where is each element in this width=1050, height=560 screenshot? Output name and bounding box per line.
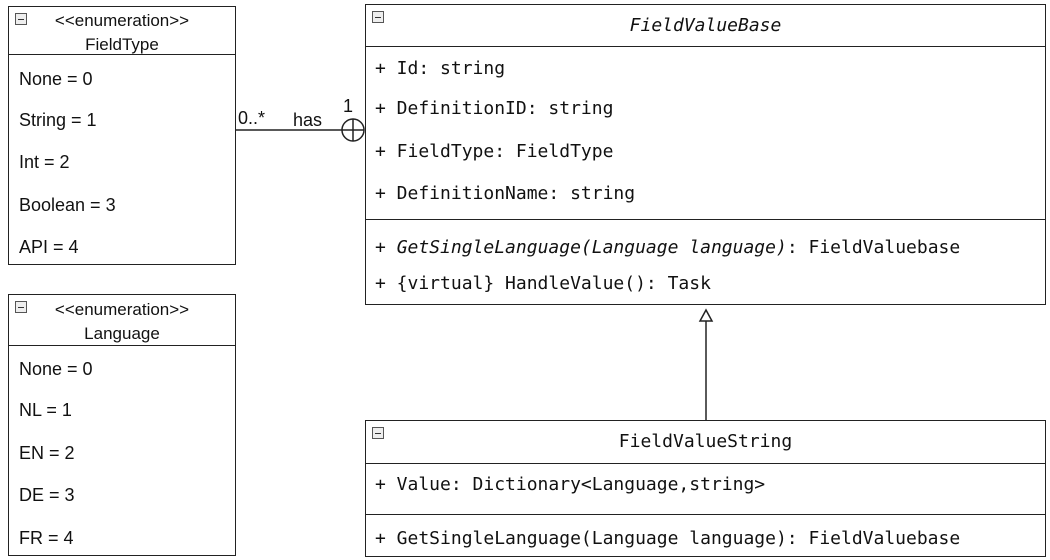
compartment-divider: [366, 514, 1045, 515]
association-role-label: has: [293, 110, 323, 130]
containment-circle-icon: [341, 118, 365, 142]
enum-literal: None = 0: [19, 69, 93, 89]
enum-literal: Int = 2: [19, 152, 70, 172]
source-multiplicity: 0..*: [238, 108, 266, 128]
language-enum-box[interactable]: <<enumeration>> Language None = 0 NL = 1…: [8, 294, 236, 556]
class-attribute: + Value: Dictionary<Language,string>: [375, 474, 766, 495]
fieldtype-enum-name: FieldType: [85, 35, 159, 54]
generalization-arrow-icon: [698, 308, 714, 322]
class-operation: + GetSingleLanguage(Language language): …: [375, 237, 960, 258]
class-attribute: + Id: string: [375, 58, 506, 79]
fieldtype-enum-box[interactable]: <<enumeration>> FieldType None = 0 Strin…: [8, 6, 236, 265]
enum-literal: Boolean = 3: [19, 195, 116, 215]
language-enum-name: Language: [84, 324, 160, 343]
fieldvaluestring-class-name: FieldValueString: [618, 431, 793, 452]
language-enum-header: <<enumeration>> Language: [9, 295, 235, 346]
fieldtype-enum-header: <<enumeration>> FieldType: [9, 7, 235, 55]
enum-literal: EN = 2: [19, 443, 75, 463]
language-stereotype: <<enumeration>>: [54, 300, 190, 319]
fieldvaluebase-class-name: FieldValueBase: [629, 15, 782, 36]
fieldtype-stereotype: <<enumeration>>: [54, 11, 190, 30]
class-attribute: + DefinitionID: string: [375, 98, 614, 119]
enum-literal: API = 4: [19, 237, 79, 257]
enum-literal: DE = 3: [19, 485, 75, 505]
enum-literal: FR = 4: [19, 528, 74, 548]
class-attribute: + DefinitionName: string: [375, 183, 636, 204]
abstract-operation-signature: GetSingleLanguage(Language language): [396, 237, 787, 258]
operation-return-type: : FieldValuebase: [786, 237, 961, 258]
class-attribute: + FieldType: FieldType: [375, 141, 614, 162]
fieldvaluebase-class-box[interactable]: FieldValueBase + Id: string + Definition…: [365, 4, 1046, 305]
fieldvaluestring-class-box[interactable]: FieldValueString + Value: Dictionary<Lan…: [365, 420, 1046, 557]
fieldvaluestring-header: FieldValueString: [366, 421, 1045, 464]
enum-literal: None = 0: [19, 359, 93, 379]
fieldvaluebase-header: FieldValueBase: [366, 5, 1045, 47]
compartment-divider: [366, 219, 1045, 220]
enum-literal: String = 1: [19, 110, 97, 130]
target-multiplicity: 1: [343, 96, 354, 116]
class-operation: + {virtual} HandleValue(): Task: [375, 273, 711, 294]
enum-literal: NL = 1: [19, 400, 72, 420]
operation-visibility: +: [375, 237, 397, 258]
class-operation: + GetSingleLanguage(Language language): …: [375, 528, 961, 549]
